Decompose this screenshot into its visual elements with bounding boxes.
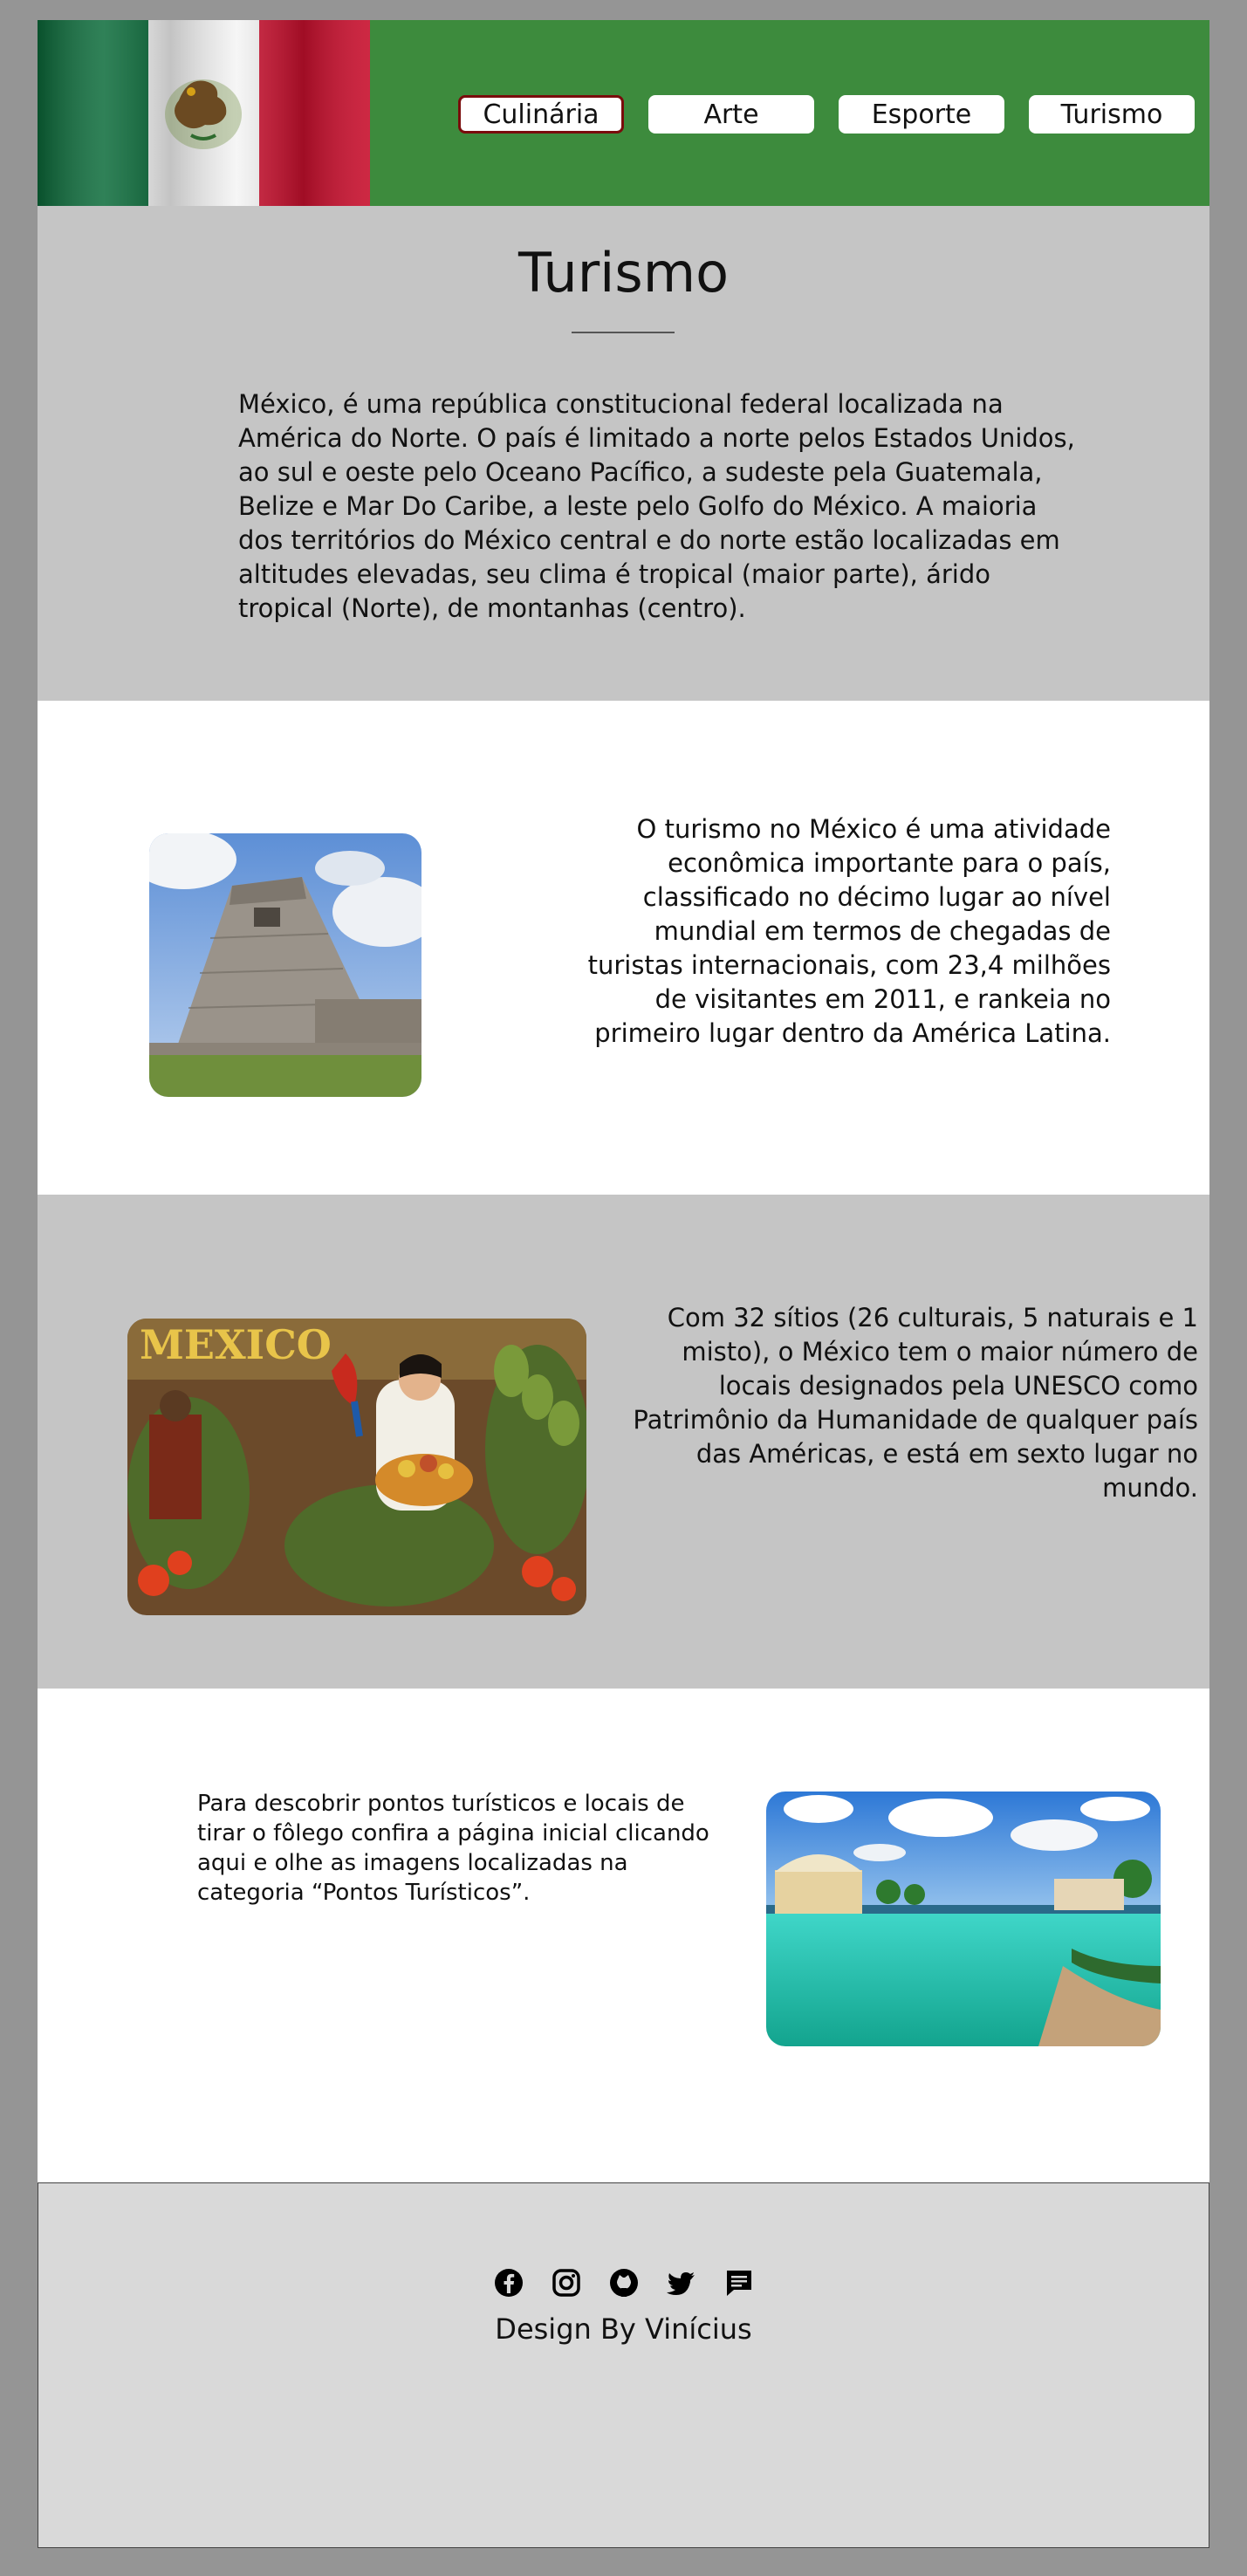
poster-title: MEXICO: [140, 1321, 332, 1368]
pyramid-image: [149, 833, 421, 1097]
tourist-spots-text: Para descobrir pontos turísticos e locai…: [197, 1791, 709, 1906]
design-credit: Design By Vinícius: [495, 2312, 752, 2346]
tourism-economy-section: O turismo no México é uma atividade econ…: [38, 701, 1209, 1195]
facebook-icon[interactable]: [493, 2267, 524, 2299]
title-divider: [572, 332, 675, 333]
page-title: Turismo: [517, 241, 730, 305]
nav-culinaria-button[interactable]: Culinária: [458, 95, 624, 134]
instagram-icon[interactable]: [551, 2267, 582, 2299]
resort-pool-image: [766, 1792, 1161, 2046]
mexico-poster-image: MEXICO: [127, 1319, 586, 1615]
chat-icon[interactable]: [723, 2267, 755, 2299]
intro-section: Turismo México, é uma república constitu…: [38, 206, 1209, 701]
unesco-section: MEXICO Com 32 sítios (26 culturais, 5 na…: [38, 1195, 1209, 1689]
nav-esporte-button[interactable]: Esporte: [839, 95, 1004, 134]
intro-paragraph: México, é uma república constitucional f…: [238, 389, 1075, 623]
mexico-flag-image: [38, 20, 370, 206]
tourism-economy-text: O turismo no México é uma atividade econ…: [587, 814, 1111, 1048]
unesco-text: Com 32 sítios (26 culturais, 5 naturais …: [633, 1303, 1198, 1503]
header: Culinária Arte Esporte Turismo: [38, 20, 1209, 206]
twitter-icon[interactable]: [666, 2267, 697, 2299]
footer: Design By Vinícius: [38, 2182, 1209, 2548]
nav-arte-button[interactable]: Arte: [648, 95, 814, 134]
github-icon[interactable]: [608, 2267, 640, 2299]
tourist-spots-section: Para descobrir pontos turísticos e locai…: [38, 1689, 1209, 2182]
nav-turismo-button[interactable]: Turismo: [1029, 95, 1195, 134]
page: Culinária Arte Esporte Turismo Turismo M…: [38, 20, 1209, 2548]
social-icons: [38, 2267, 1209, 2299]
